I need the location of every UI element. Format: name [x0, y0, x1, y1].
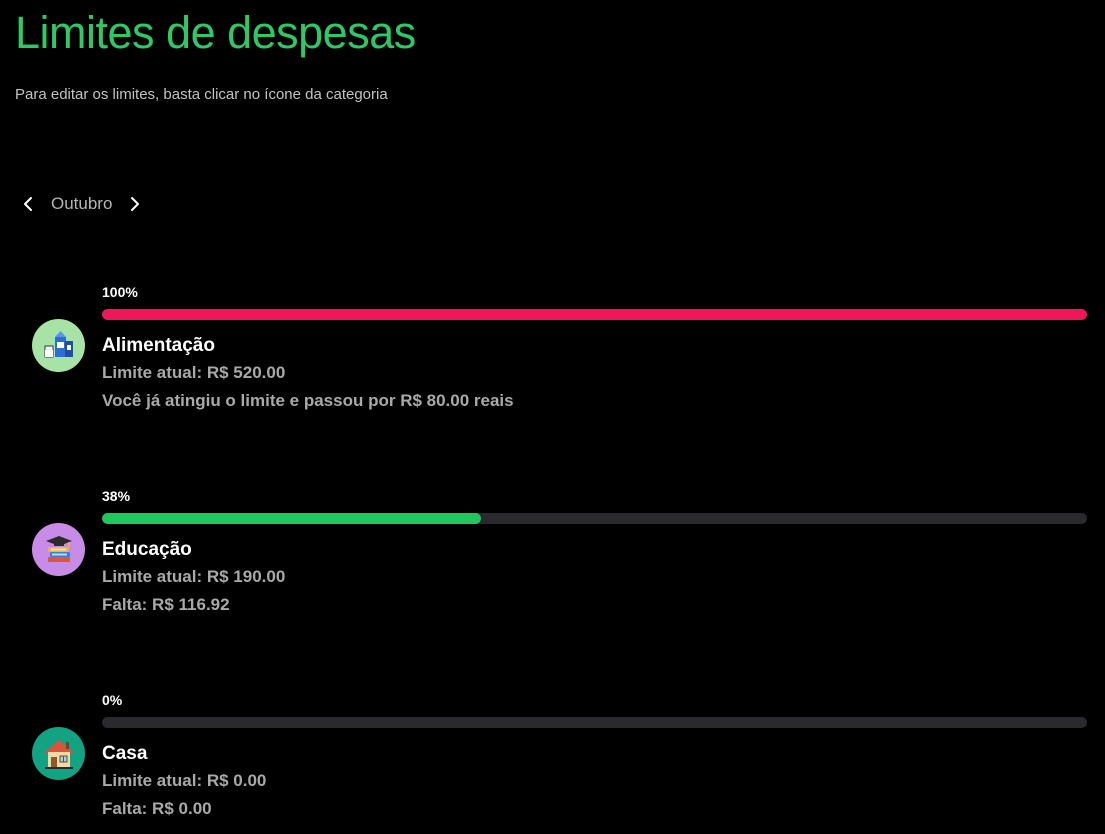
category-progress-track: [102, 717, 1087, 728]
category-item-educacao: 38% Educação Limite atual: R$ 190.00 Fal…: [0, 488, 1105, 648]
category-progress-track: [102, 513, 1087, 524]
current-month-label: Outubro: [51, 194, 113, 213]
page-subtitle: Para editar os limites, basta clicar no …: [15, 86, 388, 103]
category-limit: Limite atual: R$ 0.00: [102, 771, 267, 790]
category-limit: Limite atual: R$ 520.00: [102, 363, 286, 382]
category-percent: 100%: [102, 284, 138, 300]
category-name: Casa: [102, 743, 148, 764]
category-item-casa: 0% Casa Limite atual: R$ 0.00 Falta: R$: [0, 692, 1105, 834]
category-icon-button[interactable]: [32, 727, 85, 780]
category-item-alimentacao: 100% Alimentação Limite atual: R$ 520.00…: [0, 284, 1105, 444]
chevron-left-icon: [24, 197, 32, 211]
category-progress-fill: [102, 309, 1087, 320]
category-icon-button[interactable]: [32, 523, 85, 576]
category-status: Falta: R$ 116.92: [102, 595, 230, 614]
category-icon-button[interactable]: [32, 319, 85, 372]
category-percent: 38%: [102, 488, 131, 504]
category-status: Falta: R$ 0.00: [102, 799, 212, 818]
chevron-right-icon: [131, 197, 140, 211]
category-progress-track: [102, 309, 1087, 320]
category-name: Alimentação: [102, 335, 215, 356]
category-progress-fill: [102, 513, 482, 524]
page-title: Limites de despesas: [15, 7, 416, 58]
category-percent: 0%: [102, 692, 123, 708]
category-status: Você já atingiu o limite e passou por R$…: [102, 391, 514, 410]
category-name: Educação: [102, 539, 192, 560]
next-month-button[interactable]: [123, 190, 147, 218]
house-icon: [43, 739, 74, 769]
category-limit: Limite atual: R$ 190.00: [102, 567, 286, 586]
grocery-icon: [44, 330, 73, 357]
limits-page: Limites de despesas Para editar os limit…: [0, 0, 1105, 834]
month-navigator: Outubro: [16, 190, 147, 218]
previous-month-button[interactable]: [16, 190, 40, 218]
books-graduation-cap-icon: [45, 535, 72, 562]
